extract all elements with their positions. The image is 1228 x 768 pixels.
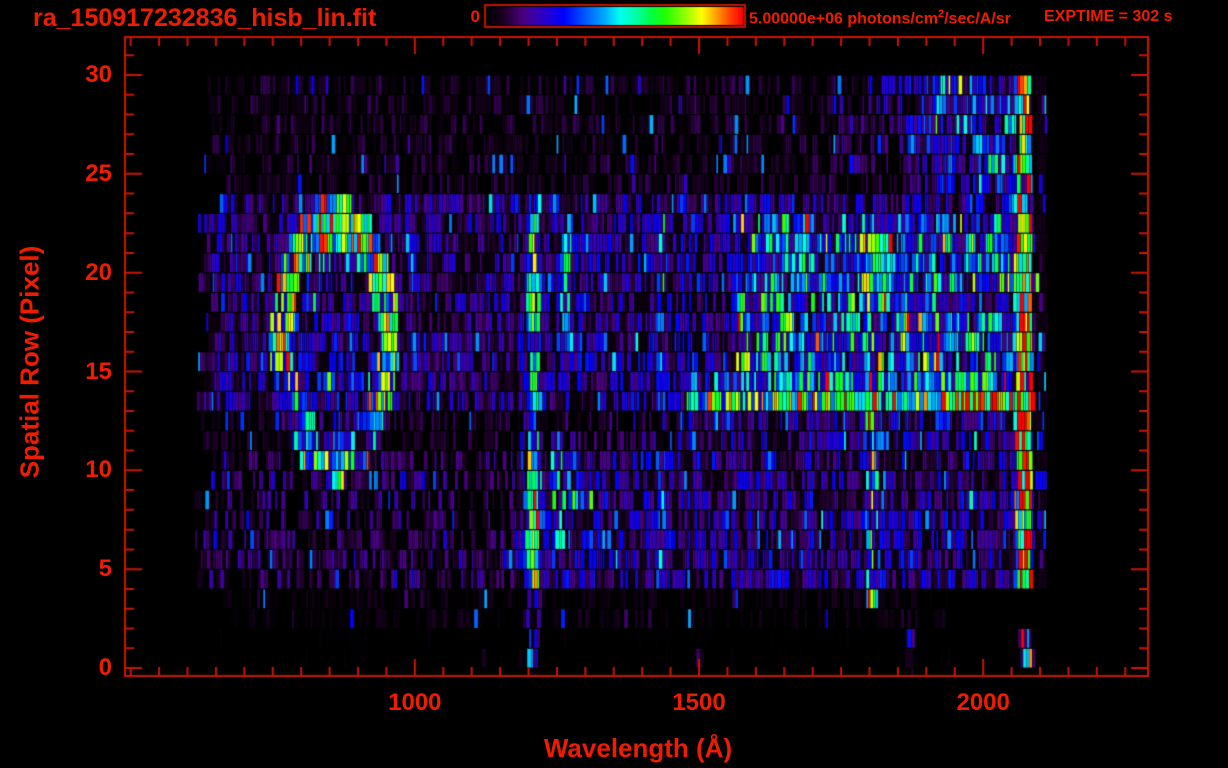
colorbar-max-suffix: /sec/A/sr [944,10,1011,28]
colorbar-max-prefix: 5.00000e+06 photons/cm [749,10,938,28]
viewer-root: { "header": { "title": "ra_150917232836_… [0,0,1228,768]
x-tick-label: 2000 [956,689,1010,716]
y-tick-label: 25 [85,159,112,187]
y-tick-label: 0 [98,654,112,681]
x-tick-label: 1500 [672,689,726,716]
spectral-heatmap-canvas [0,0,1228,768]
x-axis-title: Wavelength (Å) [543,733,733,763]
exptime-label: EXPTIME = 302 s [1044,8,1173,25]
x-tick-label: 1000 [388,689,442,716]
filename-title: ra_150917232836_hisb_lin.fit [33,4,377,32]
y-tick-label: 30 [85,61,112,88]
colorbar-max-label: 5.00000e+06 photons/cm2/sec/A/sr [749,8,1011,28]
y-tick-label: 15 [85,357,112,385]
y-tick-label: 20 [85,258,112,286]
colorbar-min-label: 0 [470,7,480,26]
plot-stage: ra_150917232836_hisb_lin.fit 0 5.00000e+… [0,0,1228,768]
y-tick-label: 10 [85,456,112,484]
y-tick-label: 5 [98,555,112,583]
